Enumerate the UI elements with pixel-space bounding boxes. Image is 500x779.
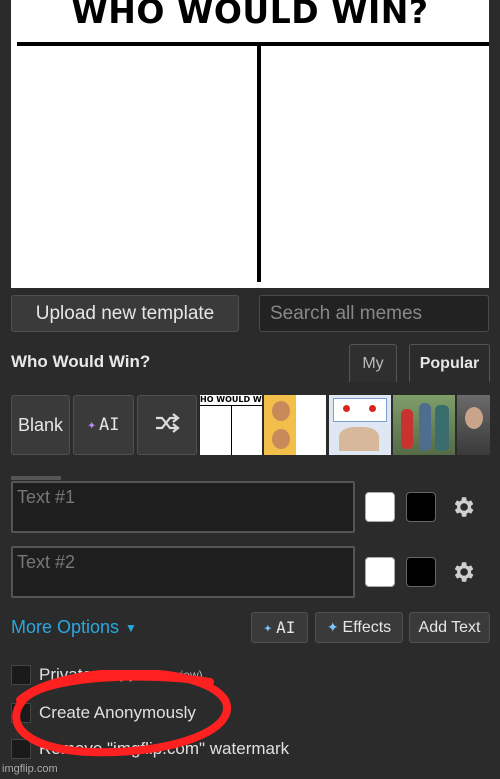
ai-template-label: AI [98,415,120,435]
text2-settings-gear-icon[interactable] [449,558,477,586]
template-thumbnail-who-would-win[interactable]: HO WOULD WI [200,395,262,455]
blank-template-button[interactable]: Blank [11,395,70,455]
meme-divider-horizontal [17,42,489,46]
effects-button[interactable]: ✦ Effects [315,612,403,643]
thumbnail-button-dot [369,405,376,412]
template-thumbnail-drake[interactable] [264,395,326,455]
ai-caption-label: AI [276,618,296,637]
red-scribble-annotation [12,670,231,757]
meme-divider-vertical [257,42,261,282]
private-sublabel: (only you can view) [99,668,203,682]
effects-label: Effects [342,618,392,636]
more-options-label: More Options [11,617,120,637]
text1-settings-gear-icon[interactable] [449,493,477,521]
meme-preview-canvas[interactable]: WHO WOULD WIN? [11,0,489,288]
thumbnail-figure [401,409,413,449]
tab-my[interactable]: My [349,344,397,382]
thumbnail-line [231,405,232,455]
text1-outline-color-swatch[interactable] [406,492,436,522]
text2-outline-color-swatch[interactable] [406,557,436,587]
create-anonymously-option[interactable]: Create Anonymously [11,703,196,723]
template-thumbnail-partial[interactable] [457,395,490,455]
text1-fill-color-swatch[interactable] [365,492,395,522]
remove-watermark-label: Remove "imgflip.com" watermark [39,739,290,758]
thumbnail-figure [272,429,290,449]
thumbnail-figure [272,401,290,421]
ai-template-button[interactable]: ✦ AI [73,395,134,455]
template-thumbnail-distracted-boyfriend[interactable] [393,395,455,455]
thumbnail-figure [465,407,483,429]
text-box-1[interactable] [11,481,355,533]
template-thumbnail-two-buttons[interactable] [329,395,391,455]
more-options-link[interactable]: More Options ▼ [11,617,137,638]
sparkle-icon: ✦ [326,619,339,635]
thumbnail-panel [296,395,326,455]
search-memes-input[interactable] [259,295,489,332]
thumbnail-figure [435,405,449,451]
thumbnail-figure [419,403,431,451]
text-box-2[interactable] [11,546,355,598]
remove-watermark-checkbox[interactable] [11,739,31,759]
private-checkbox[interactable] [11,665,31,685]
private-label: Private [39,665,92,684]
sparkle-icon: ✦ [87,417,96,433]
thumbnail-figure [339,427,379,451]
ai-caption-button[interactable]: ✦ AI [251,612,308,643]
remove-watermark-option[interactable]: Remove "imgflip.com" watermark [11,739,289,759]
caret-down-icon: ▼ [125,620,137,635]
sparkle-icon: ✦ [263,619,273,636]
private-option[interactable]: Private (only you can view) [11,665,203,685]
text2-fill-color-swatch[interactable] [365,557,395,587]
meme-title-text: WHO WOULD WIN? [71,0,429,31]
shuffle-button[interactable] [137,395,197,455]
thumbnail-caption: HO WOULD WI [200,395,262,404]
upload-template-button[interactable]: Upload new template [11,295,239,332]
tab-popular[interactable]: Popular [409,344,490,382]
thumbnail-button-dot [343,405,350,412]
shuffle-icon [154,412,180,438]
add-text-button[interactable]: Add Text [409,612,490,643]
imgflip-watermark: imgflip.com [2,763,58,775]
thumbnail-panel [333,398,387,422]
create-anonymously-label: Create Anonymously [39,703,196,722]
create-anonymously-checkbox[interactable] [11,703,31,723]
text-box-tab [11,476,61,480]
template-title: Who Would Win? [11,352,151,371]
